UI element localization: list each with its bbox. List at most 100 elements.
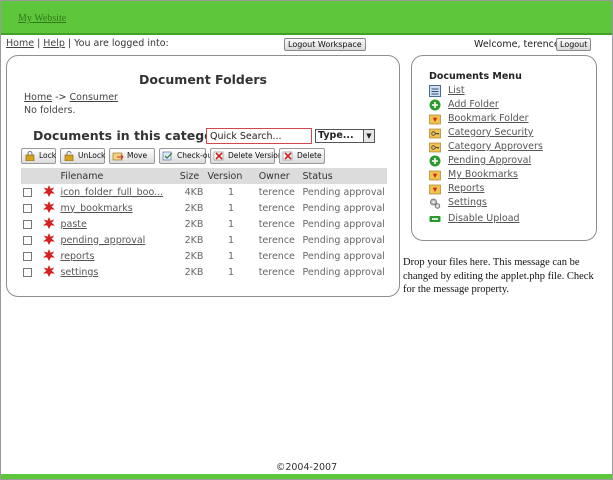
quick-search-input[interactable] bbox=[206, 128, 312, 144]
file-size: 2KB bbox=[184, 218, 204, 230]
type-select[interactable]: Type... ▼ bbox=[315, 129, 375, 143]
file-name-link[interactable]: settings bbox=[60, 267, 98, 278]
file-name-link[interactable]: my_bookmarks bbox=[60, 203, 132, 214]
menu-item-disable-upload[interactable]: Disable Upload bbox=[429, 212, 543, 226]
file-name-link[interactable]: paste bbox=[60, 219, 86, 230]
file-size: 2KB bbox=[184, 202, 204, 214]
logout-workspace-button[interactable]: Logout Workspace bbox=[284, 38, 366, 51]
menu-title: Documents Menu bbox=[429, 71, 522, 82]
icon-column-header bbox=[40, 168, 59, 184]
menu-item-label[interactable]: Reports bbox=[448, 183, 484, 194]
menu-item-my-bookmarks[interactable]: My Bookmarks bbox=[429, 168, 543, 182]
file-status-icon bbox=[42, 264, 55, 277]
file-owner: terence bbox=[258, 266, 295, 278]
plus-icon bbox=[429, 155, 441, 167]
file-name-link[interactable]: reports bbox=[60, 251, 94, 262]
menu-item-label[interactable]: Disable Upload bbox=[448, 213, 520, 224]
menu-item-pending-approval[interactable]: Pending Approval bbox=[429, 154, 543, 168]
menu-item-bookmark-folder[interactable]: Bookmark Folder bbox=[429, 112, 543, 126]
file-status-icon bbox=[42, 248, 55, 261]
table-row[interactable]: icon_folder_full_boo... 4KB 1 terence Pe… bbox=[21, 184, 387, 200]
documents-menu-panel: Documents Menu List Add Folder Bookmark … bbox=[411, 55, 597, 241]
menu-item-label[interactable]: Add Folder bbox=[448, 99, 499, 110]
menu-item-label[interactable]: Category Security bbox=[448, 127, 533, 138]
row-checkbox[interactable] bbox=[23, 219, 32, 229]
footer-band bbox=[1, 474, 612, 479]
page: My Website Home | Help | You are logged into… bbox=[0, 0, 613, 480]
lock-label: Lock bbox=[39, 151, 57, 160]
move-button[interactable]: Move bbox=[109, 148, 155, 164]
table-row[interactable]: paste 2KB 1 terence Pending approval bbox=[21, 216, 387, 232]
size-column-header[interactable]: Size bbox=[177, 168, 206, 184]
table-row[interactable]: reports 2KB 1 terence Pending approval bbox=[21, 248, 387, 264]
file-owner: terence bbox=[258, 218, 295, 230]
menu-item-category-security[interactable]: Category Security bbox=[429, 126, 543, 140]
menu-item-category-approvers[interactable]: Category Approvers bbox=[429, 140, 543, 154]
delete-label: Delete bbox=[297, 151, 322, 160]
unlock-label: UnLock bbox=[78, 151, 106, 160]
bookmark-icon bbox=[429, 170, 441, 181]
unlock-icon bbox=[64, 151, 74, 161]
owner-column-header[interactable]: Owner bbox=[256, 168, 301, 184]
file-version: 1 bbox=[228, 266, 235, 278]
menu-item-label[interactable]: Bookmark Folder bbox=[448, 113, 529, 124]
file-status: Pending approval bbox=[302, 202, 385, 214]
breadcrumb-home-link[interactable]: Home bbox=[24, 92, 52, 103]
table-header-row: Filename Size Version Owner Status bbox=[21, 168, 387, 184]
file-size: 2KB bbox=[184, 250, 204, 262]
upload-drop-zone-message[interactable]: Drop your files here. This message can b… bbox=[403, 256, 608, 297]
select-column-header bbox=[21, 168, 41, 184]
menu-item-label[interactable]: List bbox=[448, 85, 465, 96]
menu-item-settings[interactable]: Settings bbox=[429, 196, 543, 212]
file-size: 2KB bbox=[184, 234, 204, 246]
move-label: Move bbox=[127, 151, 148, 160]
key-icon bbox=[429, 142, 441, 153]
status-column-header[interactable]: Status bbox=[300, 168, 387, 184]
documents-panel: Document Folders Home -> Consumer No fol… bbox=[6, 55, 400, 297]
delete-button[interactable]: Delete bbox=[279, 148, 325, 164]
logged-in-text: You are logged into: bbox=[74, 38, 169, 49]
nav-separator: | bbox=[67, 38, 72, 49]
row-checkbox[interactable] bbox=[23, 203, 32, 213]
breadcrumb-consumer-link[interactable]: Consumer bbox=[70, 92, 118, 103]
nav-separator: | bbox=[37, 38, 41, 49]
row-checkbox[interactable] bbox=[23, 267, 32, 277]
file-table: Filename Size Version Owner Status icon_… bbox=[21, 168, 387, 280]
file-version: 1 bbox=[228, 202, 235, 214]
type-select-value: Type... bbox=[318, 130, 354, 141]
file-name-link[interactable]: pending_approval bbox=[60, 235, 145, 246]
menu-item-add-folder[interactable]: Add Folder bbox=[429, 98, 543, 112]
table-row[interactable]: settings 2KB 1 terence Pending approval bbox=[21, 264, 387, 280]
menu-item-label[interactable]: Category Approvers bbox=[448, 141, 543, 152]
file-owner: terence bbox=[258, 202, 295, 214]
menu-item-reports[interactable]: Reports bbox=[429, 182, 543, 196]
site-title-link[interactable]: My Website bbox=[18, 13, 66, 24]
lock-button[interactable]: Lock bbox=[21, 148, 56, 164]
menu-item-label[interactable]: Pending Approval bbox=[448, 155, 531, 166]
list-icon bbox=[429, 85, 441, 97]
bookmark-icon bbox=[429, 184, 441, 195]
menu-item-label[interactable]: Settings bbox=[448, 197, 487, 208]
logout-button[interactable]: Logout bbox=[556, 38, 592, 51]
file-name-link[interactable]: icon_folder_full_boo... bbox=[60, 187, 163, 198]
filename-column-header[interactable]: Filename bbox=[58, 168, 178, 184]
table-row[interactable]: my_bookmarks 2KB 1 terence Pending appro… bbox=[21, 200, 387, 216]
menu-item-list[interactable]: List bbox=[429, 84, 543, 98]
row-checkbox[interactable] bbox=[23, 187, 32, 197]
file-version: 1 bbox=[228, 186, 235, 198]
chevron-down-icon[interactable]: ▼ bbox=[363, 130, 374, 142]
file-size: 2KB bbox=[184, 266, 204, 278]
checkout-button[interactable]: Check-out bbox=[159, 148, 215, 164]
category-title: Documents in this category bbox=[33, 128, 228, 143]
delete-version-button[interactable]: Delete Version bbox=[210, 148, 283, 164]
key-icon bbox=[429, 128, 441, 139]
row-checkbox[interactable] bbox=[23, 251, 32, 261]
menu-item-label[interactable]: My Bookmarks bbox=[448, 169, 518, 180]
row-checkbox[interactable] bbox=[23, 235, 32, 245]
folders-title: Document Folders bbox=[139, 72, 267, 87]
nav-help-link[interactable]: Help bbox=[43, 38, 65, 49]
nav-home-link[interactable]: Home bbox=[6, 38, 34, 49]
table-row[interactable]: pending_approval 2KB 1 terence Pending a… bbox=[21, 232, 387, 248]
version-column-header[interactable]: Version bbox=[205, 168, 257, 184]
unlock-button[interactable]: UnLock bbox=[60, 148, 105, 164]
